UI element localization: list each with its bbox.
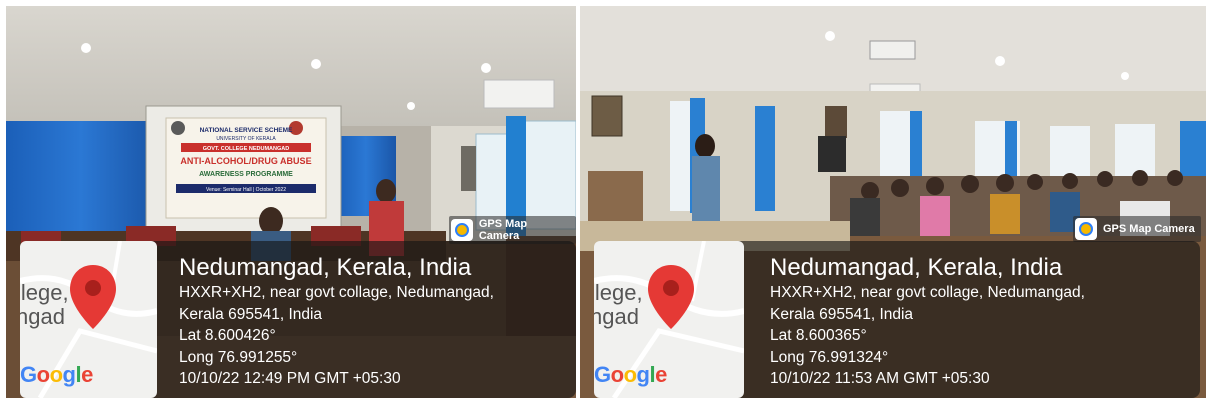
banner-line6: Venue: Seminar Hall | October 2022 (206, 187, 286, 193)
location-title: Nedumangad, Kerala, India (770, 254, 1063, 281)
photo-right: GPS Map Camera llege, ngad Google Neduman… (580, 6, 1206, 398)
photo-left: NATIONAL SERVICE SCHEME UNIVERSITY OF KE… (6, 6, 576, 398)
banner-line4: ANTI-ALCOHOL/DRUG ABUSE (180, 156, 311, 166)
gps-map-camera-badge: GPS Map Camera (1073, 216, 1201, 242)
map-thumbnail: llege, ngad Google (594, 241, 744, 398)
address-line2: Kerala 695541, India (179, 305, 323, 323)
location-pin-icon (648, 265, 694, 329)
address-line2: Kerala 695541, India (770, 305, 914, 323)
latitude: Lat 8.600365° (770, 327, 867, 344)
gps-app-label: GPS Map Camera (1103, 223, 1195, 235)
map-place-label: llege, ngad (594, 280, 643, 329)
gps-camera-app-icon (1075, 218, 1097, 240)
address-line1: HXXR+XH2, near govt collage, Nedumangad, (179, 284, 494, 301)
banner-line1: NATIONAL SERVICE SCHEME (200, 127, 293, 134)
gps-map-camera-badge: GPS Map Camera (449, 216, 576, 244)
geotag-info: Nedumangad, Kerala, India HXXR+XH2, near… (770, 254, 1085, 390)
latitude: Lat 8.600426° (179, 327, 276, 344)
banner-line3: GOVT. COLLEGE NEDUMANGAD (203, 146, 290, 152)
gps-app-label: GPS Map Camera (478, 218, 528, 242)
longitude: Long 76.991255° (179, 348, 298, 366)
banner-line2: UNIVERSITY OF KERALA (216, 136, 276, 142)
timestamp: 10/10/22 12:49 PM GMT +05:30 (179, 370, 401, 387)
map-thumbnail: llege, ngad Google (20, 241, 157, 398)
location-title: Nedumangad, Kerala, India (179, 254, 472, 281)
location-pin-icon (70, 265, 116, 329)
google-logo: Google (594, 362, 667, 387)
banner-line5: AWARENESS PROGRAMME (199, 171, 293, 178)
gps-camera-app-icon (451, 219, 473, 241)
google-logo: Google (20, 362, 93, 387)
map-place-label: llege, ngad (20, 280, 69, 329)
address-line1: HXXR+XH2, near govt collage, Nedumangad, (770, 284, 1085, 301)
geotag-info: Nedumangad, Kerala, India HXXR+XH2, near… (179, 254, 494, 390)
timestamp: 10/10/22 11:53 AM GMT +05:30 (770, 370, 990, 387)
longitude: Long 76.991324° (770, 348, 889, 366)
